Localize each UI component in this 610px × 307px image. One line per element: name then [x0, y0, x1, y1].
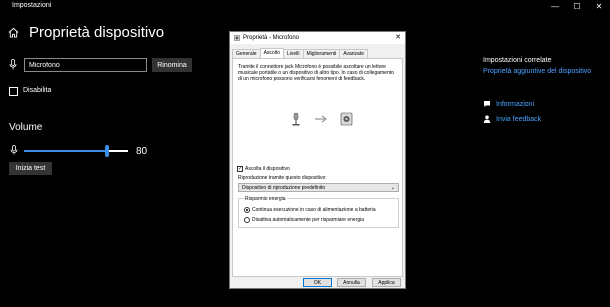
- listen-tab-panel: Tramite il connettore jack Microfono è p…: [232, 58, 403, 277]
- rename-button[interactable]: Rinomina: [152, 58, 192, 72]
- feedback-label: Invia feedback: [496, 115, 542, 123]
- additional-properties-link[interactable]: Proprietà aggiuntive del dispositivo: [483, 68, 591, 75]
- listen-description: Tramite il connettore jack Microfono è p…: [238, 64, 394, 82]
- device-name-input[interactable]: [24, 58, 147, 72]
- power-saving-label: Risparmio energia: [244, 196, 287, 202]
- dialog-titlebar: Proprietà - Microfono ✕: [230, 32, 405, 44]
- disable-checkbox[interactable]: [9, 87, 18, 96]
- microphone-icon: [9, 59, 17, 70]
- ok-button[interactable]: OK: [303, 278, 332, 287]
- playback-select-value: Dispositivo di riproduzione predefinito: [242, 185, 326, 191]
- tab-livelli[interactable]: Livelli: [282, 49, 304, 58]
- related-settings-heading: Impostazioni correlate: [483, 57, 552, 64]
- volume-heading: Volume: [9, 122, 43, 133]
- auto-disable-label: Disattiva automaticamente per risparmiar…: [252, 217, 364, 223]
- dialog-close-button[interactable]: ✕: [395, 33, 401, 41]
- volume-value: 80: [136, 146, 148, 157]
- power-saving-group: Risparmio energia Continua esecuzione in…: [238, 196, 399, 228]
- window-title: Impostazioni: [12, 2, 52, 9]
- speaker-device-icon: [340, 112, 353, 126]
- listen-label: Ascolta il dispositivo: [245, 166, 290, 172]
- arrow-right-icon: [315, 115, 327, 123]
- properties-dialog: Proprietà - Microfono ✕ Generale Ascolto…: [229, 31, 406, 289]
- microphone-device-icon: [292, 112, 300, 126]
- feedback-link[interactable]: Invia feedback: [483, 115, 541, 123]
- playback-device-select[interactable]: Dispositivo di riproduzione predefinito …: [238, 183, 399, 192]
- auto-disable-radio[interactable]: [244, 217, 250, 223]
- volume-slider[interactable]: [24, 145, 128, 157]
- window-controls: — ☐ ✕: [544, 0, 610, 12]
- info-link[interactable]: Informazioni: [483, 100, 534, 108]
- listen-illustration: [292, 112, 353, 126]
- tab-avanzate[interactable]: Avanzate: [339, 49, 368, 58]
- dialog-title: Proprietà - Microfono: [243, 35, 300, 41]
- maximize-button[interactable]: ☐: [566, 0, 588, 12]
- tab-miglioramenti[interactable]: Miglioramenti: [302, 49, 341, 58]
- speaker-icon: [234, 35, 240, 41]
- chat-icon: [484, 101, 490, 107]
- tab-generale[interactable]: Generale: [232, 49, 261, 58]
- tab-ascolto[interactable]: Ascolto: [259, 48, 284, 58]
- continue-on-battery-label: Continua esecuzione in caso di alimentaz…: [252, 207, 376, 213]
- info-label: Informazioni: [496, 100, 535, 108]
- microphone-volume-icon: [10, 145, 18, 155]
- playback-label: Riproduzione tramite questo dispositivo:: [238, 175, 327, 181]
- continue-on-battery-radio[interactable]: [244, 207, 250, 213]
- dialog-tabs: Generale Ascolto Livelli Miglioramenti A…: [232, 48, 368, 58]
- chevron-down-icon: ⌄: [390, 185, 395, 191]
- disable-label: Disabilita: [23, 87, 52, 94]
- apply-button[interactable]: Applica: [372, 278, 401, 287]
- page-title: Proprietà dispositivo: [29, 24, 165, 41]
- volume-slider-fill: [24, 150, 108, 152]
- feedback-person-icon: [483, 115, 491, 123]
- volume-slider-thumb[interactable]: [105, 145, 110, 157]
- close-button[interactable]: ✕: [588, 0, 610, 12]
- listen-checkbox[interactable]: ✓: [237, 166, 243, 172]
- cancel-button[interactable]: Annulla: [337, 278, 366, 287]
- minimize-button[interactable]: —: [544, 0, 566, 12]
- home-icon[interactable]: [8, 27, 19, 38]
- start-test-button[interactable]: Inizia test: [9, 162, 52, 175]
